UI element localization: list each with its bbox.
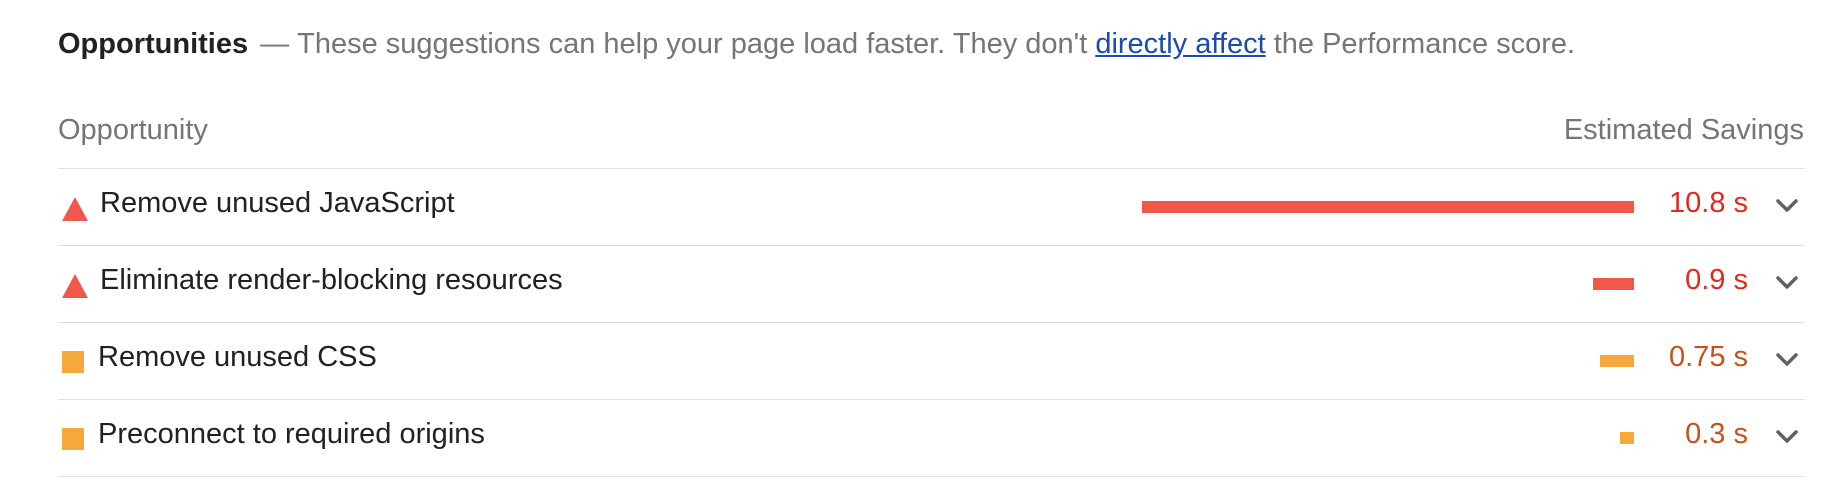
savings-bar	[1142, 201, 1634, 213]
description-text-before: These suggestions can help your page loa…	[297, 28, 1088, 60]
chevron-down-icon[interactable]	[1770, 266, 1804, 300]
triangle-warning-icon	[62, 274, 88, 298]
opportunity-row-unused-css[interactable]: Remove unused CSS 0.75 s	[58, 323, 1804, 400]
opportunity-row-unused-javascript[interactable]: Remove unused JavaScript 10.8 s	[58, 169, 1804, 246]
table-header: Opportunity Estimated Savings	[58, 108, 1804, 169]
savings-bar	[1593, 278, 1634, 290]
opportunities-section: Opportunities — These suggestions can help…	[0, 0, 1844, 488]
opportunity-label: Remove unused CSS	[98, 341, 377, 373]
chevron-down-icon[interactable]	[1770, 189, 1804, 223]
opportunity-label: Eliminate render-blocking resources	[100, 264, 563, 296]
chevron-down-icon[interactable]	[1770, 343, 1804, 377]
chevron-down-icon[interactable]	[1770, 420, 1804, 454]
opportunity-row-render-blocking[interactable]: Eliminate render-blocking resources 0.9 …	[58, 246, 1804, 323]
triangle-warning-icon	[62, 197, 88, 221]
savings-bar	[1620, 432, 1634, 444]
square-average-icon	[62, 351, 84, 373]
opportunity-row-preconnect[interactable]: Preconnect to required origins 0.3 s	[58, 400, 1804, 477]
opportunity-label: Remove unused JavaScript	[100, 187, 455, 219]
directly-affect-link[interactable]: directly affect	[1095, 28, 1265, 60]
savings-value: 0.75 s	[1669, 341, 1748, 373]
section-description: These suggestions can help your page loa…	[297, 28, 1575, 60]
opportunities-table: Opportunity Estimated Savings Remove unu…	[58, 108, 1804, 477]
section-header: Opportunities — These suggestions can help…	[58, 24, 1575, 64]
header-dash: —	[260, 28, 290, 60]
column-header-opportunity: Opportunity	[58, 114, 208, 146]
description-text-after: the Performance score.	[1273, 28, 1576, 60]
savings-value: 0.3 s	[1685, 418, 1748, 450]
savings-value: 0.9 s	[1685, 264, 1748, 296]
square-average-icon	[62, 428, 84, 450]
savings-bar	[1600, 355, 1634, 367]
column-header-estimated-savings: Estimated Savings	[1563, 114, 1804, 146]
section-title: Opportunities	[58, 28, 249, 60]
opportunity-label: Preconnect to required origins	[98, 418, 485, 450]
savings-value: 10.8 s	[1669, 187, 1748, 219]
